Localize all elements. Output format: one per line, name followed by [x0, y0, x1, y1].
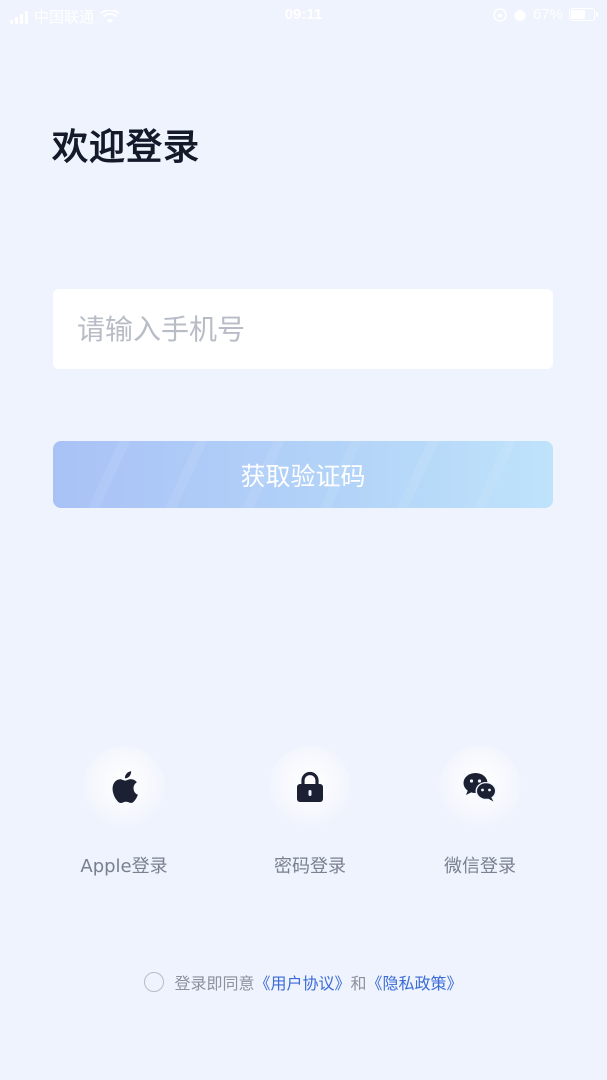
- lock-icon: [297, 771, 323, 802]
- rotation-lock-icon: [493, 7, 507, 22]
- agreement-checkbox[interactable]: [144, 972, 165, 992]
- user-agreement-link[interactable]: 《用户协议》: [254, 970, 350, 994]
- wechat-icon: [463, 773, 497, 802]
- apple-icon: [112, 771, 138, 803]
- status-right: 67%: [493, 6, 598, 23]
- get-verification-code-button[interactable]: 获取验证码: [53, 441, 553, 508]
- battery-icon: [569, 8, 598, 21]
- page-title: 欢迎登录: [52, 127, 201, 168]
- wechat-login-option[interactable]: 微信登录: [410, 746, 550, 878]
- alarm-icon: [514, 9, 526, 21]
- status-bar: 中国联通 09:11 67%: [0, 0, 607, 32]
- battery-percent: 67%: [532, 6, 563, 23]
- phone-number-input[interactable]: [53, 289, 553, 369]
- wechat-login-button[interactable]: [439, 746, 521, 828]
- agreement-row: 登录即同意 《用户协议》 和 《隐私政策》: [0, 970, 607, 994]
- wechat-login-label: 微信登录: [444, 856, 516, 877]
- password-login-button[interactable]: [269, 746, 351, 828]
- apple-login-label: Apple登录: [80, 856, 168, 877]
- apple-login-button[interactable]: [83, 746, 165, 828]
- battery-fill: [571, 10, 586, 19]
- apple-login-option[interactable]: Apple登录: [54, 746, 194, 878]
- agreement-prefix: 登录即同意: [174, 974, 255, 993]
- agreement-conjunction: 和: [350, 974, 367, 993]
- password-login-label: 密码登录: [274, 856, 346, 877]
- privacy-policy-link[interactable]: 《隐私政策》: [367, 970, 463, 994]
- password-login-option[interactable]: 密码登录: [240, 746, 380, 878]
